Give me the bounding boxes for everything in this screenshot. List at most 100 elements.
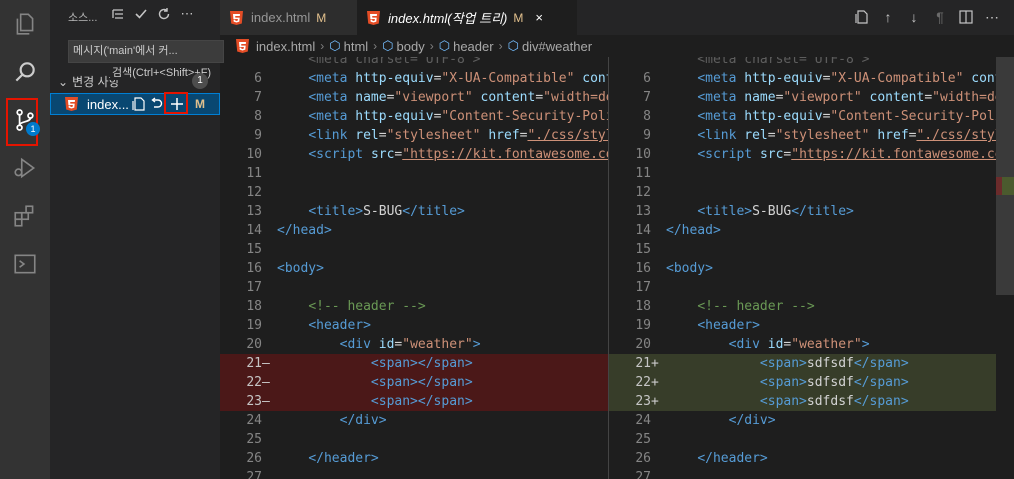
code-line[interactable]: 20 <div id="weather"> xyxy=(609,335,997,354)
open-file-icon[interactable] xyxy=(131,96,147,112)
code-line[interactable]: 11 xyxy=(220,164,608,183)
code-line[interactable]: 8 <meta http-equiv="Content-Security-Pol… xyxy=(220,107,608,126)
line-number: 25 xyxy=(635,432,651,447)
commit-message-input[interactable]: 메시지('main'에서 커... xyxy=(68,40,224,63)
code-line[interactable]: 16 <body> xyxy=(609,259,997,278)
code-line[interactable]: 8 <meta http-equiv="Content-Security-Pol… xyxy=(609,107,997,126)
line-number: 23 xyxy=(635,394,651,409)
code-text: <script src="https://kit.fontawesome.co xyxy=(308,147,608,162)
code-text: <div id="weather"> xyxy=(339,337,481,352)
line-number: 15 xyxy=(635,242,651,257)
code-line[interactable]: 26 </header> xyxy=(220,449,608,468)
extensions-icon[interactable] xyxy=(0,192,50,240)
code-text: <span>sdfsdf</span> xyxy=(759,375,909,390)
line-number: 19 xyxy=(246,318,262,333)
code-line[interactable]: 11 xyxy=(609,164,997,183)
next-change-icon[interactable]: ↓ xyxy=(906,8,922,26)
changed-file-row[interactable]: index... M xyxy=(50,93,220,115)
code-line[interactable]: 6 <meta http-equiv="X-UA-Compatible" con… xyxy=(220,69,608,88)
close-icon[interactable]: × xyxy=(535,10,543,25)
discard-changes-icon[interactable] xyxy=(148,96,164,112)
code-line[interactable]: 23 + <span>sdfdsf</span> xyxy=(609,392,997,411)
code-line[interactable]: <meta charset="UTF-8"> xyxy=(609,57,997,69)
explorer-icon[interactable] xyxy=(0,0,50,48)
code-line[interactable]: 13 <title>S-BUG</title> xyxy=(220,202,608,221)
more-actions-icon[interactable]: ⋯ xyxy=(179,6,195,22)
line-number: 12 xyxy=(246,185,262,200)
code-line[interactable]: 12 xyxy=(220,183,608,202)
html5-icon xyxy=(236,39,249,53)
open-file-icon[interactable] xyxy=(854,8,870,26)
code-line[interactable]: 10 <script src="https://kit.fontawesome.… xyxy=(220,145,608,164)
code-line[interactable]: 18 <!-- header --> xyxy=(609,297,997,316)
tab-modified-indicator: M xyxy=(316,10,327,25)
line-number: 10 xyxy=(246,147,262,162)
breadcrumb-body[interactable]: ⬡ body xyxy=(382,38,425,54)
tab-working-tree-diff[interactable]: index.html(작업 트리) M × xyxy=(357,0,577,35)
code-line[interactable]: 20 <div id="weather"> xyxy=(220,335,608,354)
code-line[interactable]: 7 <meta name="viewport" content="width=d… xyxy=(220,88,608,107)
code-line[interactable]: 23— <span></span> xyxy=(220,392,608,411)
tab-label: index.html(작업 트리) xyxy=(388,11,508,26)
code-line[interactable]: 15 xyxy=(220,240,608,259)
code-line[interactable]: 9 <link rel="stylesheet" href="./css/sty… xyxy=(220,126,608,145)
code-line[interactable]: 24 </div> xyxy=(220,411,608,430)
breadcrumb-div-weather[interactable]: ⬡ div#weather xyxy=(508,38,592,54)
code-line[interactable]: 9 <link rel="stylesheet" href="./css/sty… xyxy=(609,126,997,145)
commit-check-icon[interactable] xyxy=(133,6,149,22)
line-number: 24 xyxy=(246,413,262,428)
previous-change-icon[interactable]: ↑ xyxy=(880,8,896,26)
breadcrumb-file[interactable]: index.html xyxy=(236,39,315,54)
code-line[interactable]: 25 xyxy=(609,430,997,449)
breadcrumb-html[interactable]: ⬡ html xyxy=(329,38,368,54)
code-line[interactable]: 21 + <span>sdfsdf</span> xyxy=(609,354,997,373)
code-line[interactable]: 27 xyxy=(609,468,997,479)
code-line[interactable]: 19 <header> xyxy=(609,316,997,335)
code-line[interactable]: 18 <!-- header --> xyxy=(220,297,608,316)
code-text: <body> xyxy=(277,261,324,276)
code-line[interactable]: 22— <span></span> xyxy=(220,373,608,392)
diff-original-pane[interactable]: <meta charset="UTF-8"> 6 <meta http-equiv… xyxy=(220,57,608,479)
toggle-whitespace-icon[interactable]: ¶ xyxy=(932,8,948,26)
code-line[interactable]: 16 <body> xyxy=(220,259,608,278)
code-line[interactable]: 6 <meta http-equiv="X-UA-Compatible" con… xyxy=(609,69,997,88)
run-debug-icon[interactable] xyxy=(0,144,50,192)
overview-ruler[interactable] xyxy=(996,57,1014,479)
line-number: 6 xyxy=(643,71,651,86)
code-line[interactable]: 27 xyxy=(220,468,608,479)
code-line[interactable]: 12 xyxy=(609,183,997,202)
line-number: 18 xyxy=(635,299,651,314)
code-line[interactable]: 26 </header> xyxy=(609,449,997,468)
code-line[interactable]: 7 <meta name="viewport" content="width=d… xyxy=(609,88,997,107)
code-line[interactable]: 21— <span></span> xyxy=(220,354,608,373)
breadcrumb-header[interactable]: ⬡ header xyxy=(439,38,494,54)
code-line[interactable]: <meta charset="UTF-8"> xyxy=(220,57,608,69)
code-line[interactable]: 14 </head> xyxy=(220,221,608,240)
view-as-tree-icon[interactable] xyxy=(110,6,126,22)
search-icon[interactable] xyxy=(0,48,50,96)
line-number: 20 xyxy=(635,337,651,352)
code-line[interactable]: 22 + <span>sdfsdf</span> xyxy=(609,373,997,392)
code-line[interactable]: 24 </div> xyxy=(609,411,997,430)
stage-button-highlight xyxy=(164,92,188,114)
code-line[interactable]: 15 xyxy=(609,240,997,259)
remote-explorer-icon[interactable] xyxy=(0,240,50,288)
tab-index-html[interactable]: index.html M xyxy=(220,0,357,35)
symbol-element-icon: ⬡ xyxy=(382,38,394,53)
code-text: <meta charset="UTF-8"> xyxy=(666,57,870,67)
line-number: 10 xyxy=(635,147,651,162)
refresh-icon[interactable] xyxy=(156,6,172,22)
diff-modified-pane[interactable]: <meta charset="UTF-8"> 6 <meta http-equiv… xyxy=(608,57,997,479)
code-line[interactable]: 17 xyxy=(609,278,997,297)
code-line[interactable]: 13 <title>S-BUG</title> xyxy=(609,202,997,221)
activity-bar: 1 xyxy=(0,0,50,479)
split-editor-icon[interactable] xyxy=(958,8,974,26)
more-actions-icon[interactable]: ⋯ xyxy=(984,8,1000,26)
code-line[interactable]: 25 xyxy=(220,430,608,449)
code-line[interactable]: 17 xyxy=(220,278,608,297)
code-line[interactable]: 10 <script src="https://kit.fontawesome.… xyxy=(609,145,997,164)
code-line[interactable]: 14 </head> xyxy=(609,221,997,240)
code-line[interactable]: 19 <header> xyxy=(220,316,608,335)
code-text: </header> xyxy=(308,451,379,466)
diff-marker: + xyxy=(651,356,659,371)
